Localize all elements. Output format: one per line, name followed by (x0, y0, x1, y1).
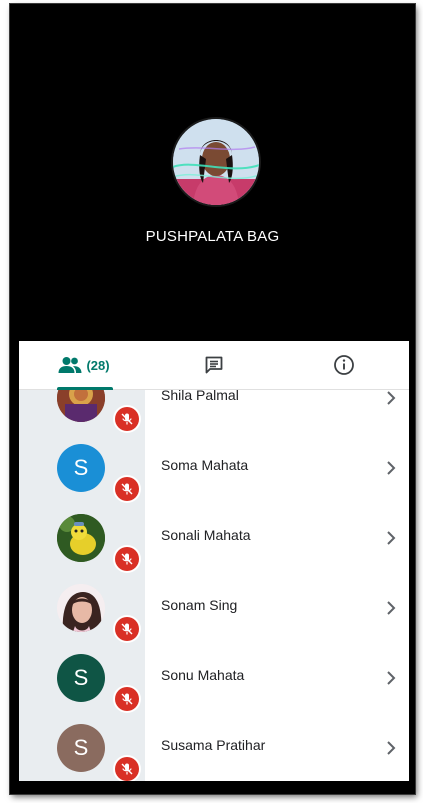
participant-avatar (57, 584, 105, 632)
participant-row[interactable]: Shila Palmal (19, 390, 409, 433)
muted-indicator (115, 547, 139, 571)
avatar-initial: S (73, 455, 89, 480)
chevron-right-icon[interactable] (384, 390, 398, 408)
participants-panel: (28) Shila Palmal S Soma Mahata Sonali M… (19, 341, 409, 781)
mic-off-icon (120, 692, 134, 706)
participant-name: Sonam Sing (161, 597, 238, 613)
participant-name: Soma Mahata (161, 457, 249, 473)
participant-row[interactable]: S Sonu Mahata (19, 643, 409, 713)
people-count: (28) (86, 357, 110, 373)
tab-info[interactable] (279, 341, 409, 389)
participant-avatar: S (57, 724, 105, 772)
chat-icon (204, 355, 224, 375)
chevron-right-icon[interactable] (384, 738, 398, 758)
chevron-right-icon[interactable] (384, 528, 398, 548)
chevron-right-icon[interactable] (384, 668, 398, 688)
participant-name: Susama Pratihar (161, 737, 266, 753)
participant-row[interactable]: S Soma Mahata (19, 433, 409, 503)
mic-off-icon (120, 412, 134, 426)
mic-off-icon (120, 552, 134, 566)
muted-indicator (115, 757, 139, 781)
participant-avatar (57, 514, 105, 562)
chevron-right-icon[interactable] (384, 458, 398, 478)
mic-off-icon (120, 482, 134, 496)
info-icon (333, 354, 355, 376)
avatar-initial: S (73, 735, 89, 760)
participant-list[interactable]: Shila Palmal S Soma Mahata Sonali Mahata… (19, 390, 409, 781)
participant-avatar: S (57, 444, 105, 492)
participant-avatar: S (57, 654, 105, 702)
panel-tabbar: (28) (19, 341, 409, 390)
avatar-initial: S (73, 665, 89, 690)
muted-indicator (115, 477, 139, 501)
participant-row[interactable]: S Susama Pratihar (19, 713, 409, 781)
participant-name: Shila Palmal (161, 390, 239, 403)
tab-people[interactable]: (28) (19, 341, 149, 390)
chevron-right-icon[interactable] (384, 598, 398, 618)
tab-chat[interactable] (149, 341, 279, 389)
muted-indicator (115, 407, 139, 431)
speaker-avatar (173, 119, 259, 205)
meeting-screen: PUSHPALATA BAG (28) Shila Palmal S Soma … (10, 4, 415, 794)
speaker-name: PUSHPALATA BAG (145, 228, 280, 245)
muted-indicator (115, 617, 139, 641)
mic-off-icon (120, 622, 134, 636)
people-icon (58, 356, 82, 374)
participant-name: Sonu Mahata (161, 667, 245, 683)
active-speaker-stage: PUSHPALATA BAG (10, 4, 415, 340)
mic-off-icon (120, 762, 134, 776)
participant-name: Sonali Mahata (161, 527, 251, 543)
participant-row[interactable]: Sonali Mahata (19, 503, 409, 573)
muted-indicator (115, 687, 139, 711)
participant-row[interactable]: Sonam Sing (19, 573, 409, 643)
